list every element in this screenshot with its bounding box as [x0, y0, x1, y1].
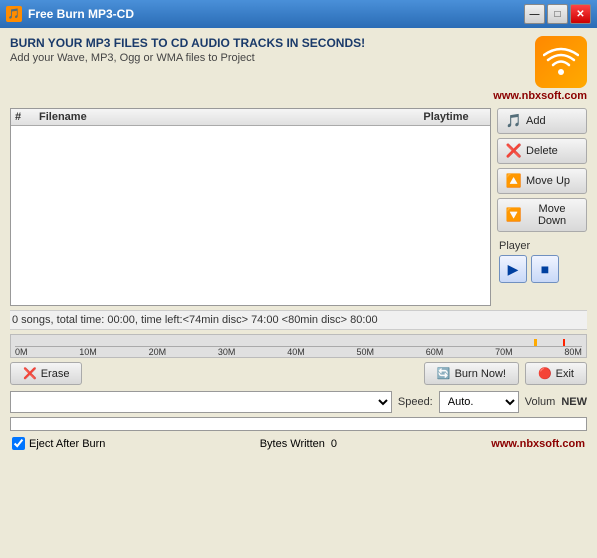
- file-list-container: # Filename Playtime: [10, 108, 491, 306]
- maximize-button[interactable]: □: [547, 4, 568, 24]
- move-down-button[interactable]: 🔽 Move Down: [497, 198, 587, 232]
- add-icon: 🎵: [506, 113, 522, 129]
- app-icon: 🎵: [6, 6, 22, 22]
- burn-button[interactable]: 🔄 Burn Now!: [424, 362, 519, 385]
- col-hash: #: [15, 111, 39, 123]
- bytes-label: Bytes Written: [260, 438, 325, 450]
- move-up-icon: 🔼: [506, 173, 522, 189]
- burn-label: Burn Now!: [455, 368, 506, 380]
- bytes-section: Bytes Written 0: [260, 438, 337, 450]
- middle-area: # Filename Playtime 🎵 Add ❌ Delete 🔼 Mov…: [10, 108, 587, 306]
- col-filename: Filename: [39, 111, 406, 123]
- eject-checkbox[interactable]: [12, 437, 25, 450]
- play-button[interactable]: ▶: [499, 255, 527, 283]
- exit-icon: 🔴: [538, 367, 552, 380]
- bytes-value: 0: [331, 438, 337, 450]
- header-website: www.nbxsoft.com: [493, 90, 587, 102]
- exit-button[interactable]: 🔴 Exit: [525, 362, 587, 385]
- ruler-30m: 30M: [218, 347, 236, 357]
- eject-section: Eject After Burn: [12, 437, 105, 450]
- volume-value: NEW: [561, 396, 587, 408]
- side-buttons: 🎵 Add ❌ Delete 🔼 Move Up 🔽 Move Down Pla…: [497, 108, 587, 306]
- speed-select[interactable]: Auto.: [439, 391, 519, 413]
- move-up-label: Move Up: [526, 175, 570, 187]
- col-playtime: Playtime: [406, 111, 486, 123]
- ruler-highlight: [534, 339, 537, 346]
- footer: Eject After Burn Bytes Written 0 www.nbx…: [10, 435, 587, 452]
- add-button[interactable]: 🎵 Add: [497, 108, 587, 134]
- file-list-header: # Filename Playtime: [11, 109, 490, 126]
- speed-label: Speed:: [398, 396, 433, 408]
- erase-label: Erase: [41, 368, 70, 380]
- exit-label: Exit: [556, 368, 574, 380]
- status-bar: 0 songs, total time: 00:00, time left:<7…: [10, 310, 587, 330]
- header-subtitle: Add your Wave, MP3, Ogg or WMA files to …: [10, 52, 493, 64]
- header-text: BURN YOUR MP3 FILES TO CD AUDIO TRACKS I…: [10, 36, 493, 64]
- options-row: Speed: Auto. Volum NEW: [10, 391, 587, 413]
- bottom-controls: ❌ Erase 🔄 Burn Now! 🔴 Exit: [10, 362, 587, 385]
- drive-select[interactable]: [10, 391, 392, 413]
- ruler-red-marker: [563, 339, 565, 346]
- delete-label: Delete: [526, 145, 558, 157]
- player-controls: ▶ ■: [499, 255, 587, 283]
- ruler-10m: 10M: [79, 347, 97, 357]
- app-logo: [535, 36, 587, 88]
- ruler-50m: 50M: [356, 347, 374, 357]
- delete-button[interactable]: ❌ Delete: [497, 138, 587, 164]
- main-content: BURN YOUR MP3 FILES TO CD AUDIO TRACKS I…: [0, 28, 597, 460]
- ruler-0m: 0M: [15, 347, 28, 357]
- title-bar: 🎵 Free Burn MP3-CD — □ ✕: [0, 0, 597, 28]
- erase-icon: ❌: [23, 367, 37, 380]
- window-title: Free Burn MP3-CD: [28, 7, 524, 21]
- eject-label: Eject After Burn: [29, 438, 105, 450]
- ruler-inner: 0M 10M 20M 30M 40M 50M 60M 70M 80M: [15, 339, 582, 357]
- erase-button[interactable]: ❌ Erase: [10, 362, 82, 385]
- close-button[interactable]: ✕: [570, 4, 591, 24]
- header-title: BURN YOUR MP3 FILES TO CD AUDIO TRACKS I…: [10, 36, 493, 50]
- status-text: 0 songs, total time: 00:00, time left:<7…: [12, 314, 378, 326]
- file-list-body[interactable]: [11, 126, 490, 300]
- ruler-40m: 40M: [287, 347, 305, 357]
- ruler-20m: 20M: [149, 347, 167, 357]
- ruler: 0M 10M 20M 30M 40M 50M 60M 70M 80M: [10, 334, 587, 358]
- progress-bar-container: [10, 417, 587, 431]
- ruler-ticks: [15, 339, 582, 347]
- minimize-button[interactable]: —: [524, 4, 545, 24]
- move-down-label: Move Down: [526, 203, 578, 227]
- volume-label: Volum: [525, 396, 556, 408]
- ruler-60m: 60M: [426, 347, 444, 357]
- header-section: BURN YOUR MP3 FILES TO CD AUDIO TRACKS I…: [10, 36, 587, 102]
- player-label: Player: [499, 240, 587, 252]
- wifi-logo-icon: [543, 44, 579, 80]
- move-down-icon: 🔽: [506, 207, 522, 223]
- delete-icon: ❌: [506, 143, 522, 159]
- player-section: Player ▶ ■: [497, 240, 587, 283]
- burn-icon: 🔄: [437, 367, 451, 380]
- ruler-labels: 0M 10M 20M 30M 40M 50M 60M 70M 80M: [15, 347, 582, 357]
- move-up-button[interactable]: 🔼 Move Up: [497, 168, 587, 194]
- ruler-70m: 70M: [495, 347, 513, 357]
- footer-website: www.nbxsoft.com: [491, 438, 585, 450]
- window-controls: — □ ✕: [524, 4, 591, 24]
- stop-button[interactable]: ■: [531, 255, 559, 283]
- add-label: Add: [526, 115, 546, 127]
- ruler-80m: 80M: [564, 347, 582, 357]
